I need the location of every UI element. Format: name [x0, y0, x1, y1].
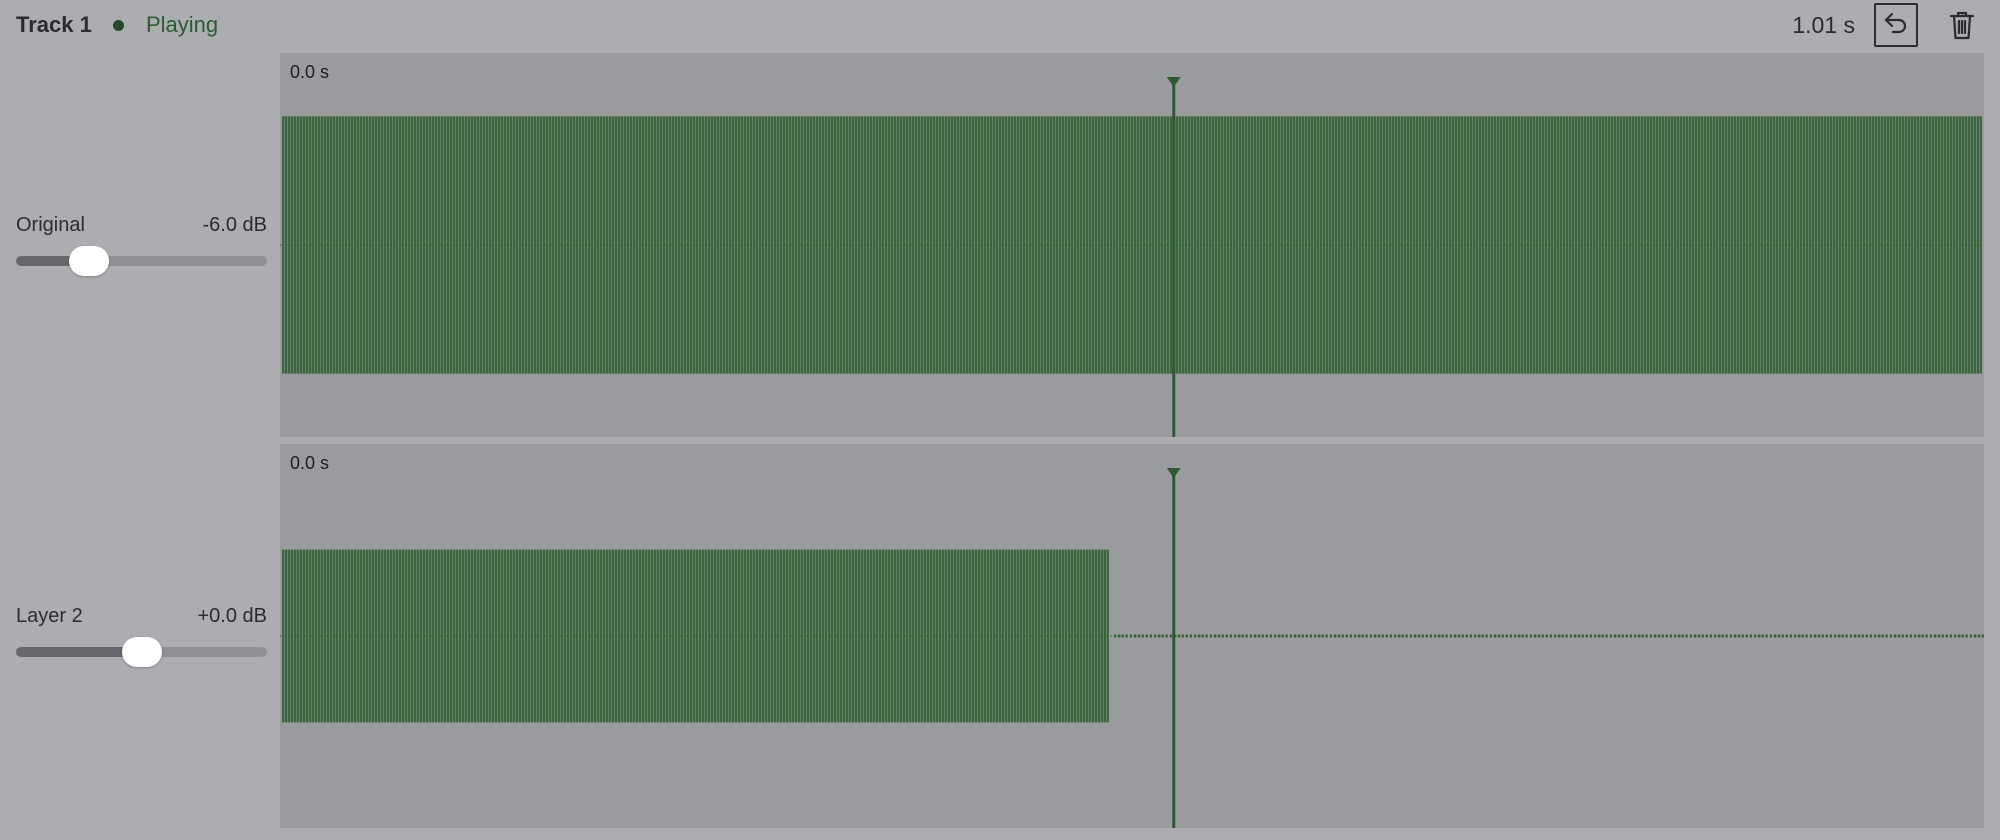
- trash-icon: [1948, 9, 1976, 46]
- playback-status: Playing: [146, 12, 219, 37]
- layer-name-layer-2: Layer 2: [16, 605, 83, 627]
- waveform-bars: [282, 116, 1982, 374]
- undo-button[interactable]: [1874, 3, 1918, 47]
- slider-thumb[interactable]: [68, 246, 109, 276]
- layer-name-original: Original: [16, 214, 85, 236]
- duration-readout: 1.01 s: [1792, 12, 1855, 38]
- waveform-layer-2: [280, 468, 1984, 828]
- waveform-panel-layer-2[interactable]: 0.0 s: [280, 444, 1984, 828]
- time-label: 0.0 s: [290, 62, 330, 82]
- layer-gain-layer-2: +0.0 dB: [197, 605, 267, 627]
- playhead-marker-icon[interactable]: [1166, 77, 1181, 87]
- track-title: Track 1: [16, 12, 92, 37]
- audio-editor: Track 1 Playing 1.01 s Original -6.0 dB: [0, 0, 2000, 840]
- time-label: 0.0 s: [290, 453, 330, 473]
- layer-gain-original: -6.0 dB: [202, 214, 267, 236]
- undo-arrow-icon: [1882, 9, 1910, 42]
- gain-slider-original[interactable]: [16, 246, 267, 276]
- playhead-marker-icon[interactable]: [1166, 468, 1181, 478]
- delete-button[interactable]: [1940, 5, 1984, 49]
- waveform-original: [280, 77, 1984, 437]
- waveform-panel-original[interactable]: 0.0 s: [280, 53, 1984, 437]
- gain-slider-layer-2[interactable]: [16, 637, 267, 667]
- slider-thumb[interactable]: [121, 637, 162, 667]
- status-dot-icon: [113, 20, 124, 31]
